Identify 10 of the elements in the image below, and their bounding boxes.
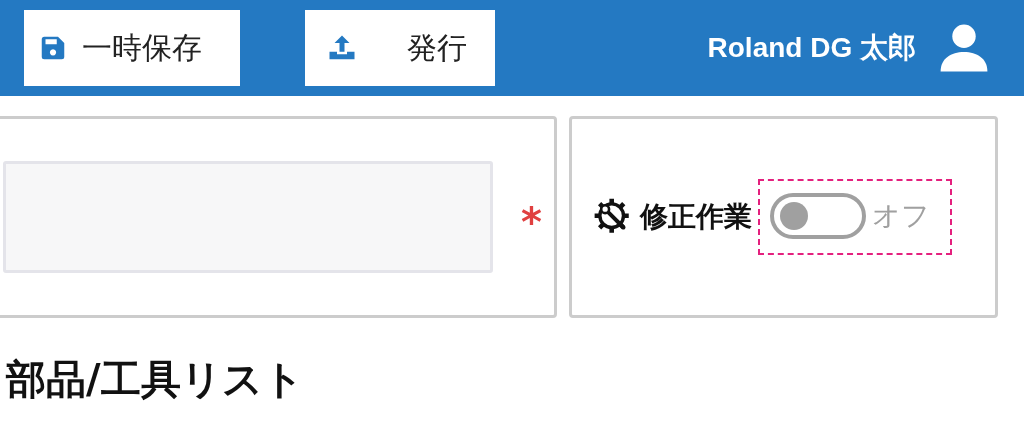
toggle-state-text: オフ bbox=[872, 198, 930, 234]
section-title: 部品/工具リスト bbox=[6, 355, 305, 404]
required-mark: * bbox=[521, 202, 542, 242]
toolbar-button[interactable]: 一時保存 bbox=[24, 10, 240, 86]
input-field[interactable] bbox=[3, 161, 493, 273]
toggle-switch[interactable] bbox=[770, 193, 866, 239]
toolbar-button[interactable]: 発行 bbox=[305, 10, 495, 86]
user-icon[interactable] bbox=[938, 22, 990, 74]
toggle-label: 修正作業 bbox=[640, 199, 752, 235]
user-name: Roland DG 太郎 bbox=[707, 31, 916, 65]
